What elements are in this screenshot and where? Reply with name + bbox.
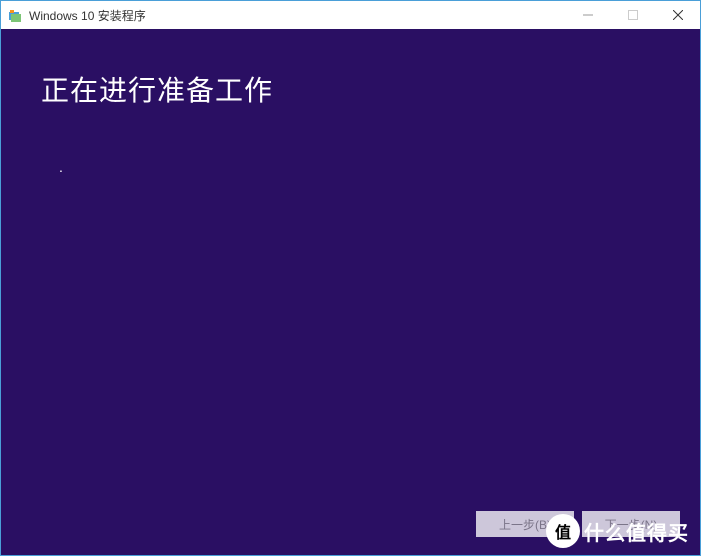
titlebar: Windows 10 安装程序	[1, 1, 700, 29]
maximize-button[interactable]	[610, 1, 655, 29]
content-area: 正在进行准备工作 . 上一步(B) 下一步(N)	[1, 29, 700, 555]
watermark-badge: 值	[546, 514, 580, 548]
progress-indicator: .	[59, 159, 660, 175]
window-title: Windows 10 安装程序	[29, 7, 146, 24]
heading-text: 正在进行准备工作	[41, 69, 660, 109]
app-icon	[7, 7, 23, 23]
minimize-button[interactable]	[565, 1, 610, 29]
installer-window: Windows 10 安装程序 正在进行准备工作 . 上一步(B) 下一步(N)	[0, 0, 701, 556]
window-controls	[565, 1, 700, 29]
watermark: 值 什么值得买	[546, 514, 689, 548]
watermark-text: 什么值得买	[584, 517, 689, 546]
close-button[interactable]	[655, 1, 700, 29]
